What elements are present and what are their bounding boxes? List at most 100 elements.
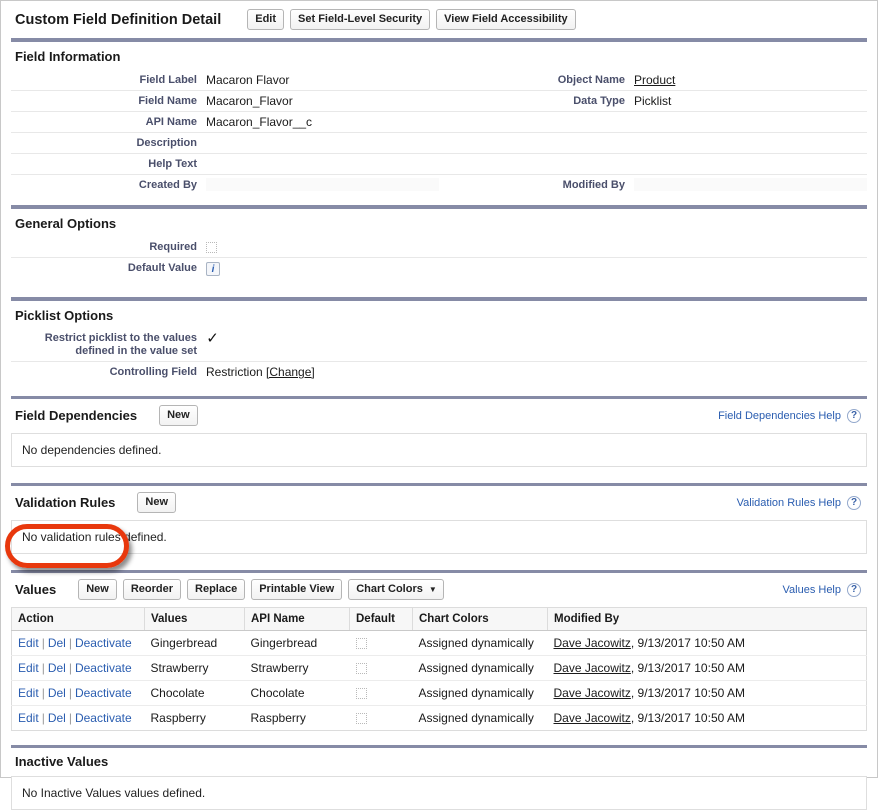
row-api-name: Raspberry: [245, 706, 350, 731]
row-edit-link[interactable]: Edit: [18, 686, 39, 700]
check-icon: ✓: [206, 332, 219, 345]
label-help-text: Help Text: [11, 157, 206, 171]
modified-by-user-link[interactable]: Dave Jacowitz: [554, 711, 631, 725]
help-icon[interactable]: ?: [847, 409, 861, 423]
panel-title-inactive-values: Inactive Values: [15, 754, 108, 769]
label-controlling-field: Controlling Field: [11, 365, 206, 379]
panel-title-values: Values: [15, 582, 56, 597]
modified-by-user-link[interactable]: Dave Jacowitz: [554, 661, 631, 675]
row-default: [350, 681, 413, 706]
value-controlling-field: Restriction [Change]: [206, 365, 439, 379]
values-table-header-row: Action Values API Name Default Chart Col…: [12, 608, 867, 631]
field-dependencies-header: Field Dependencies New Field Dependencie…: [11, 399, 867, 433]
field-dependencies-new-button[interactable]: New: [159, 405, 198, 426]
row-value: Strawberry: [145, 656, 245, 681]
row-deactivate-link[interactable]: Deactivate: [75, 686, 132, 700]
value-data-type: Picklist: [634, 94, 867, 108]
values-replace-button[interactable]: Replace: [187, 579, 245, 600]
picklist-options-details: Restrict picklist to the values defined …: [11, 329, 867, 382]
value-modified-by: [634, 178, 867, 191]
table-row: Edit|Del|Deactivate Gingerbread Gingerbr…: [12, 631, 867, 656]
label-modified-by: Modified By: [439, 178, 634, 192]
controlling-field-text: Restriction: [206, 365, 263, 379]
custom-field-definition-page: Custom Field Definition Detail Edit Set …: [0, 0, 878, 778]
detail-row-created-by: Created By Modified By: [11, 175, 867, 195]
row-edit-link[interactable]: Edit: [18, 661, 39, 675]
table-row: Edit|Del|Deactivate Strawberry Strawberr…: [12, 656, 867, 681]
modified-by-date: , 9/13/2017 10:50 AM: [631, 711, 745, 725]
row-deactivate-link[interactable]: Deactivate: [75, 661, 132, 675]
values-table: Action Values API Name Default Chart Col…: [11, 607, 867, 731]
values-chart-colors-button[interactable]: Chart Colors▼: [348, 579, 444, 600]
label-required: Required: [11, 240, 206, 254]
detail-row-field-name: Field Name Macaron_Flavor Data Type Pick…: [11, 91, 867, 112]
validation-rules-help-link[interactable]: Validation Rules Help: [737, 497, 841, 509]
field-dependencies-help-link[interactable]: Field Dependencies Help: [718, 410, 841, 422]
label-description: Description: [11, 136, 206, 150]
set-field-level-security-button[interactable]: Set Field-Level Security: [290, 9, 430, 30]
column-header-action: Action: [12, 608, 145, 631]
table-row: Edit|Del|Deactivate Chocolate Chocolate …: [12, 681, 867, 706]
row-chart-colors: Assigned dynamically: [413, 656, 548, 681]
row-api-name: Chocolate: [245, 681, 350, 706]
view-field-accessibility-button[interactable]: View Field Accessibility: [436, 9, 576, 30]
info-icon[interactable]: i: [206, 262, 220, 276]
label-field-name: Field Name: [11, 94, 206, 108]
row-del-link[interactable]: Del: [48, 636, 66, 650]
detail-row-help-text: Help Text: [11, 154, 867, 175]
label-restrict-picklist: Restrict picklist to the values defined …: [11, 332, 206, 358]
controlling-field-change-link[interactable]: [Change]: [266, 365, 315, 379]
validation-rules-empty-message: No validation rules defined.: [11, 520, 867, 554]
value-restrict-picklist: ✓: [206, 332, 439, 346]
row-actions: Edit|Del|Deactivate: [12, 631, 145, 656]
row-deactivate-link[interactable]: Deactivate: [75, 711, 132, 725]
detail-row-controlling-field: Controlling Field Restriction [Change]: [11, 362, 867, 382]
general-options-details: Required Default Value i: [11, 237, 867, 279]
row-del-link[interactable]: Del: [48, 661, 66, 675]
default-checkbox: [356, 713, 367, 724]
detail-row-description: Description: [11, 133, 867, 154]
row-chart-colors: Assigned dynamically: [413, 681, 548, 706]
modified-by-date: , 9/13/2017 10:50 AM: [631, 661, 745, 675]
row-edit-link[interactable]: Edit: [18, 636, 39, 650]
values-reorder-button[interactable]: Reorder: [123, 579, 181, 600]
modified-by-user-link[interactable]: Dave Jacowitz: [554, 686, 631, 700]
row-actions: Edit|Del|Deactivate: [12, 681, 145, 706]
values-printable-view-button[interactable]: Printable View: [251, 579, 342, 600]
default-checkbox: [356, 663, 367, 674]
row-del-link[interactable]: Del: [48, 686, 66, 700]
section-title-general-options: General Options: [1, 209, 877, 237]
label-restrict-line2: defined in the value set: [75, 345, 197, 357]
row-default: [350, 631, 413, 656]
page-title: Custom Field Definition Detail: [15, 12, 221, 28]
value-field-label: Macaron Flavor: [206, 73, 439, 87]
required-checkbox: [206, 242, 217, 253]
row-value: Chocolate: [145, 681, 245, 706]
values-help-link[interactable]: Values Help: [783, 584, 842, 596]
label-field-label: Field Label: [11, 73, 206, 87]
value-default-value: i: [206, 261, 439, 276]
row-modified-by: Dave Jacowitz, 9/13/2017 10:50 AM: [548, 681, 867, 706]
row-deactivate-link[interactable]: Deactivate: [75, 636, 132, 650]
chart-colors-label: Chart Colors: [356, 583, 423, 595]
row-del-link[interactable]: Del: [48, 711, 66, 725]
row-default: [350, 656, 413, 681]
validation-rules-new-button[interactable]: New: [137, 492, 176, 513]
object-name-link[interactable]: Product: [634, 73, 675, 87]
row-modified-by: Dave Jacowitz, 9/13/2017 10:50 AM: [548, 631, 867, 656]
edit-button[interactable]: Edit: [247, 9, 284, 30]
row-modified-by: Dave Jacowitz, 9/13/2017 10:50 AM: [548, 706, 867, 731]
modified-by-date: , 9/13/2017 10:50 AM: [631, 636, 745, 650]
row-actions: Edit|Del|Deactivate: [12, 706, 145, 731]
values-panel: Values New Reorder Replace Printable Vie…: [11, 573, 867, 731]
modified-by-user-link[interactable]: Dave Jacowitz: [554, 636, 631, 650]
detail-row-restrict-picklist: Restrict picklist to the values defined …: [11, 329, 867, 362]
values-new-button[interactable]: New: [78, 579, 117, 600]
value-created-by: [206, 178, 439, 191]
label-default-value: Default Value: [11, 261, 206, 275]
inactive-values-header: Inactive Values: [11, 748, 867, 776]
help-icon[interactable]: ?: [847, 496, 861, 510]
help-icon[interactable]: ?: [847, 583, 861, 597]
row-edit-link[interactable]: Edit: [18, 711, 39, 725]
detail-row-field-label: Field Label Macaron Flavor Object Name P…: [11, 70, 867, 91]
